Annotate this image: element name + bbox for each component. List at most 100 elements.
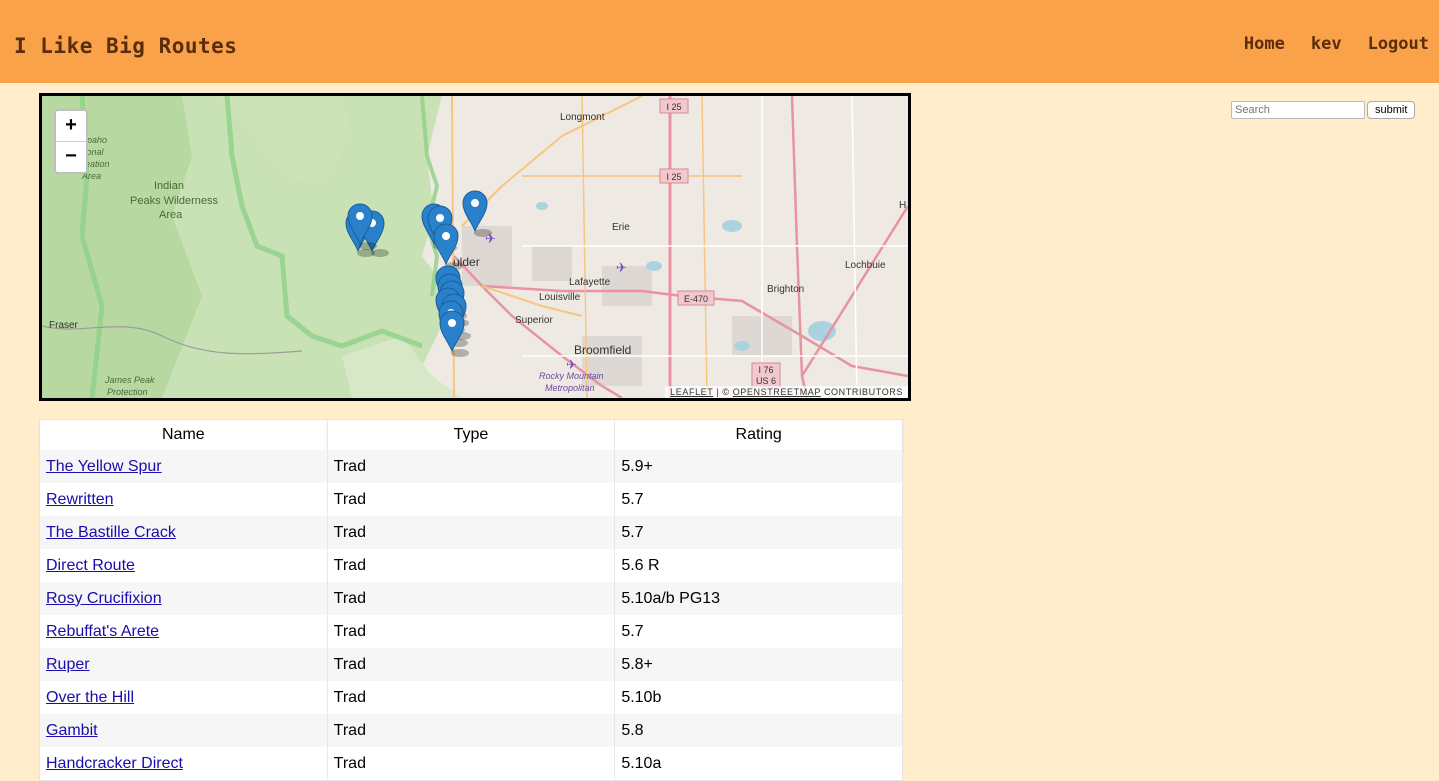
osm-link[interactable]: OpenStreetMap: [733, 387, 821, 397]
route-link[interactable]: The Bastille Crack: [46, 524, 176, 541]
table-row: Rosy Crucifixion Trad 5.10a/b PG13: [39, 582, 903, 615]
route-name-cell: Rebuffat's Arete: [39, 615, 328, 648]
route-rating-cell: 5.9+: [621, 457, 653, 475]
table-row: Gambit Trad 5.8: [39, 714, 903, 747]
place-label: Rocky Mountain: [539, 371, 604, 381]
svg-text:US 6: US 6: [756, 376, 776, 386]
highway-shield: E-470: [677, 290, 715, 306]
airport-icon: ✈: [566, 357, 577, 372]
zoom-control: + −: [54, 109, 88, 174]
route-type-cell: Trad: [327, 681, 616, 714]
route-type-cell: Trad: [327, 714, 616, 747]
route-type-cell: Trad: [327, 615, 616, 648]
route-name-cell: Rewritten: [39, 483, 328, 516]
route-name-cell: Rosy Crucifixion: [39, 582, 328, 615]
search-form: submit: [1231, 101, 1416, 119]
route-name-cell: Over the Hill: [39, 681, 328, 714]
airport-icon: ✈: [616, 260, 627, 275]
main-nav: Home kev Logout: [1244, 34, 1429, 54]
place-label: Erie: [612, 222, 630, 233]
column-header-rating[interactable]: Rating: [614, 419, 903, 450]
route-type-cell: Trad: [327, 549, 616, 582]
route-rating-cell: 5.10b: [621, 688, 662, 706]
route-name-cell: Ruper: [39, 648, 328, 681]
route-type-cell: Trad: [327, 582, 616, 615]
table-row: Ruper Trad 5.8+: [39, 648, 903, 681]
route-rating-cell: 5.6 R: [621, 556, 660, 574]
route-rating-cell: 5.7: [621, 523, 644, 541]
route-link[interactable]: Gambit: [46, 722, 98, 739]
table-row: Rebuffat's Arete Trad 5.7: [39, 615, 903, 648]
column-header-type[interactable]: Type: [327, 419, 616, 450]
place-label: Area: [159, 209, 183, 221]
route-type-cell: Trad: [327, 483, 616, 516]
nav-user-link[interactable]: kev: [1311, 34, 1342, 54]
table-row: Handcracker Direct Trad 5.10a: [39, 747, 903, 781]
route-rating-cell: 5.7: [621, 622, 644, 640]
svg-text:I 25: I 25: [666, 102, 681, 112]
route-link[interactable]: Ruper: [46, 656, 90, 673]
top-header: I Like Big Routes Home kev Logout: [0, 0, 1439, 83]
route-type-cell: Trad: [327, 516, 616, 549]
route-name-cell: The Yellow Spur: [39, 450, 328, 483]
table-row: Direct Route Trad 5.6 R: [39, 549, 903, 582]
table-row: The Bastille Crack Trad 5.7: [39, 516, 903, 549]
place-label: H: [899, 200, 906, 211]
place-label: Lochbuie: [845, 260, 886, 271]
place-label: Peaks Wilderness: [130, 195, 219, 207]
route-name-cell: Direct Route: [39, 549, 328, 582]
route-rating-cell: 5.8: [621, 721, 644, 739]
attribution-separator: | ©: [713, 387, 733, 397]
route-rating-cell: 5.10a/b PG13: [621, 589, 721, 607]
table-row: The Yellow Spur Trad 5.9+: [39, 450, 903, 483]
site-brand[interactable]: I Like Big Routes: [14, 34, 237, 58]
highway-shield: I 25: [659, 98, 689, 114]
highway-shield: I 76 US 6: [751, 362, 781, 388]
place-label: Fraser: [49, 320, 79, 331]
nav-home-link[interactable]: Home: [1244, 34, 1285, 54]
place-label: James Peak: [104, 375, 155, 385]
route-rating-cell: 5.7: [621, 490, 644, 508]
route-link[interactable]: The Yellow Spur: [46, 458, 162, 475]
table-row: Over the Hill Trad 5.10b: [39, 681, 903, 714]
map-tiles: I 25 I 25 E-470 I 76 US 6 Longmont India…: [42, 96, 908, 398]
route-name-cell: The Bastille Crack: [39, 516, 328, 549]
route-type-cell: Trad: [327, 648, 616, 681]
route-link[interactable]: Rosy Crucifixion: [46, 590, 162, 607]
route-name-cell: Handcracker Direct: [39, 747, 328, 781]
routes-table: Name Type Rating The Yellow Spur Trad 5.9+…: [39, 419, 903, 781]
map-attribution: Leaflet | © OpenStreetMap contributors: [665, 386, 908, 398]
place-label: Lafayette: [569, 277, 611, 288]
zoom-in-button[interactable]: +: [56, 111, 86, 141]
route-link[interactable]: Direct Route: [46, 557, 135, 574]
place-label: Indian: [154, 180, 184, 192]
submit-button[interactable]: submit: [1367, 101, 1416, 119]
place-label: Protection: [107, 387, 148, 397]
place-label: Louisville: [539, 292, 581, 303]
place-label: Brighton: [767, 284, 804, 295]
route-type-cell: Trad: [327, 450, 616, 483]
highway-shield: I 25: [659, 168, 689, 184]
svg-text:I 76: I 76: [758, 365, 773, 375]
attribution-suffix: contributors: [820, 387, 903, 397]
nav-logout-link[interactable]: Logout: [1368, 34, 1429, 54]
svg-text:I 25: I 25: [666, 172, 681, 182]
route-type-cell: Trad: [327, 747, 616, 781]
table-header-row: Name Type Rating: [39, 419, 903, 450]
route-link[interactable]: Handcracker Direct: [46, 755, 183, 772]
column-header-name[interactable]: Name: [39, 419, 328, 450]
route-link[interactable]: Over the Hill: [46, 689, 134, 706]
zoom-out-button[interactable]: −: [56, 141, 86, 172]
routes-map[interactable]: I 25 I 25 E-470 I 76 US 6 Longmont India…: [39, 93, 911, 401]
place-label: Metropolitan: [545, 383, 595, 393]
leaflet-link[interactable]: Leaflet: [670, 387, 713, 397]
place-label: Broomfield: [574, 343, 631, 357]
route-rating-cell: 5.8+: [621, 655, 653, 673]
table-row: Rewritten Trad 5.7: [39, 483, 903, 516]
place-label: Superior: [515, 315, 553, 326]
place-label: Longmont: [560, 112, 605, 123]
route-name-cell: Gambit: [39, 714, 328, 747]
route-link[interactable]: Rebuffat's Arete: [46, 623, 159, 640]
search-input[interactable]: [1231, 101, 1365, 119]
route-link[interactable]: Rewritten: [46, 491, 114, 508]
